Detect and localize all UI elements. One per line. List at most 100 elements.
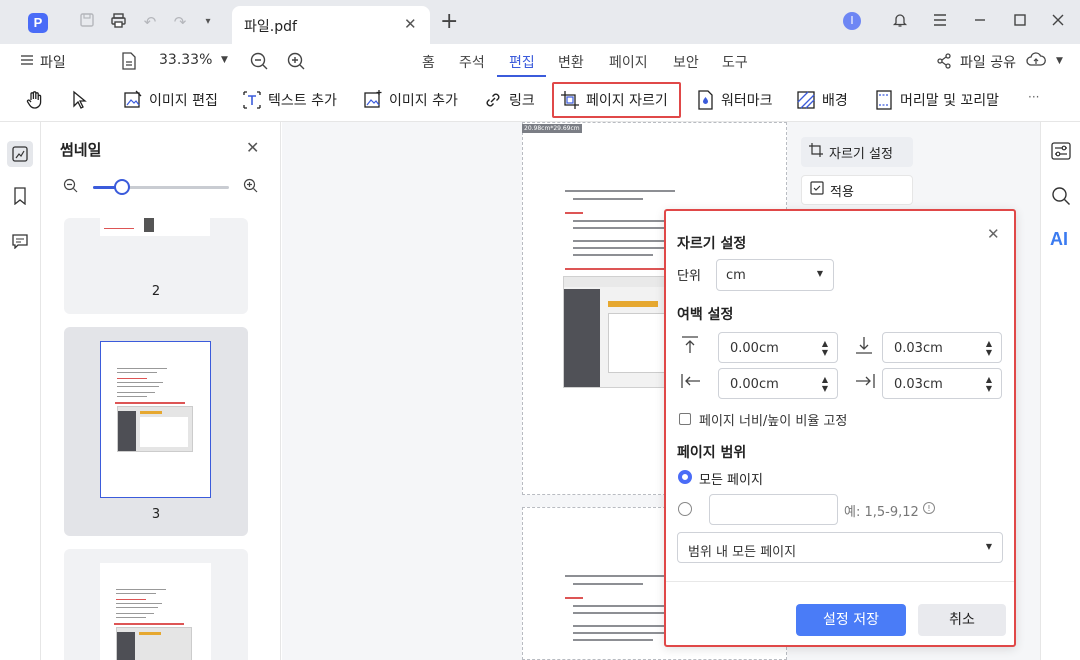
link-icon <box>483 90 503 110</box>
cursor-arrow-icon <box>69 90 89 110</box>
cancel-button[interactable]: 취소 <box>918 604 1006 636</box>
file-menu-icon[interactable] <box>20 53 34 71</box>
document-tab[interactable]: 파일.pdf ✕ <box>232 6 430 44</box>
thumbnail-panel-icon[interactable] <box>7 141 33 167</box>
edit-image-button[interactable]: 이미지 편집 <box>117 85 224 115</box>
lock-ratio-checkbox[interactable] <box>679 413 691 425</box>
unit-select[interactable]: cm ▼ <box>716 259 834 291</box>
search-icon[interactable] <box>1051 186 1071 210</box>
thumbnail-page-number: 3 <box>151 507 161 522</box>
title-bar: P ↶ ↷ ▾ 파일.pdf ✕ + I <box>0 0 1080 44</box>
all-pages-label: 모든 페이지 <box>699 473 763 488</box>
spinner-arrows-icon[interactable]: ▲ ▼ <box>985 339 993 357</box>
page-subset-select[interactable]: 범위 내 모든 페이지 ▼ <box>677 532 1003 563</box>
margin-right-icon <box>854 372 876 394</box>
comment-icon[interactable] <box>8 229 32 253</box>
redo-icon[interactable]: ↷ <box>170 12 190 32</box>
margin-bottom-input[interactable]: 0.03cm ▲ ▼ <box>882 332 1002 363</box>
margin-top-value: 0.00cm <box>730 341 779 356</box>
watermark-label: 워터마크 <box>721 93 773 109</box>
save-icon[interactable] <box>77 12 97 32</box>
margin-settings-title: 여백 설정 <box>677 307 734 323</box>
undo-icon[interactable]: ↶ <box>140 12 160 32</box>
apply-crop-button[interactable]: 적용 <box>801 175 913 205</box>
tab-page[interactable]: 페이지 <box>609 52 648 72</box>
close-panel-icon[interactable]: ✕ <box>246 138 259 157</box>
crop-settings-button[interactable]: 자르기 설정 <box>801 137 913 167</box>
checkbox-check-icon <box>810 181 824 199</box>
thumbnail-panel-title: 썸네일 <box>60 141 102 159</box>
info-icon[interactable]: ! <box>923 502 935 514</box>
tab-security[interactable]: 보안 <box>673 52 699 72</box>
properties-panel-icon[interactable] <box>1051 142 1071 164</box>
crop-page-button[interactable]: 페이지 자르기 <box>552 82 681 118</box>
thumbnail-zoom-slider-handle[interactable] <box>114 179 130 195</box>
share-file-button[interactable]: 파일 공유 <box>960 52 1016 72</box>
zoom-out-icon[interactable] <box>250 52 268 74</box>
close-tab-icon[interactable]: ✕ <box>404 15 417 33</box>
bookmark-icon[interactable] <box>8 184 32 208</box>
tab-tools[interactable]: 도구 <box>722 52 748 72</box>
chevron-down-icon: ▼ <box>985 542 992 551</box>
zoom-dropdown-icon[interactable]: ▼ <box>221 55 228 65</box>
crop-page-label: 페이지 자르기 <box>586 93 668 109</box>
spinner-arrows-icon[interactable]: ▲ ▼ <box>821 339 829 357</box>
print-icon[interactable] <box>108 12 128 32</box>
background-button[interactable]: 배경 <box>790 85 854 115</box>
zoom-value[interactable]: 33.33% <box>159 52 212 68</box>
zoom-in-icon[interactable] <box>287 52 305 74</box>
header-footer-button[interactable]: 머리말 및 꼬리말 <box>868 85 1005 115</box>
thumbnail-zoom-out-icon[interactable] <box>63 178 78 197</box>
avatar[interactable]: I <box>843 12 861 30</box>
thumbnail-panel: 썸네일 ✕ 2 3 <box>41 122 281 660</box>
quick-access-dropdown-icon[interactable]: ▾ <box>198 12 218 32</box>
margin-left-input[interactable]: 0.00cm ▲ ▼ <box>718 368 838 399</box>
maximize-icon[interactable] <box>1010 12 1030 32</box>
minimize-icon[interactable] <box>970 12 990 32</box>
spinner-arrows-icon[interactable]: ▲ ▼ <box>821 375 829 393</box>
margin-top-input[interactable]: 0.00cm ▲ ▼ <box>718 332 838 363</box>
spinner-arrows-icon[interactable]: ▲ ▼ <box>985 375 993 393</box>
save-settings-button[interactable]: 설정 저장 <box>796 604 906 636</box>
edit-toolbar: 이미지 편집 텍스트 추가 이미지 추가 링크 페이지 자르기 워터마크 배경 … <box>0 78 1080 122</box>
page-view-icon[interactable] <box>121 52 137 74</box>
hand-tool-button[interactable] <box>19 85 51 115</box>
cloud-dropdown-icon[interactable]: ▼ <box>1056 56 1063 66</box>
new-tab-icon[interactable]: + <box>440 10 458 34</box>
tab-edit[interactable]: 편집 <box>509 52 535 72</box>
thumbnail-card-page-2[interactable]: 2 <box>64 218 248 314</box>
margin-top-icon <box>680 335 700 359</box>
dialog-close-icon[interactable]: ✕ <box>987 225 1000 243</box>
custom-range-radio[interactable] <box>678 502 692 516</box>
image-edit-icon <box>123 90 143 110</box>
background-icon <box>796 90 816 110</box>
hamburger-menu-icon[interactable] <box>930 12 950 32</box>
select-tool-button[interactable] <box>63 85 95 115</box>
close-window-icon[interactable] <box>1048 12 1068 32</box>
link-button[interactable]: 링크 <box>477 85 541 115</box>
file-menu[interactable]: 파일 <box>40 52 66 72</box>
add-image-button[interactable]: 이미지 추가 <box>357 85 464 115</box>
all-pages-radio[interactable] <box>678 470 692 484</box>
thumbnail-card-page-4[interactable] <box>64 549 248 660</box>
edit-image-label: 이미지 편집 <box>149 93 218 109</box>
tab-home[interactable]: 홈 <box>422 52 435 72</box>
crop-settings-dialog: 자르기 설정 ✕ 단위 cm ▼ 여백 설정 0.00cm ▲ ▼ 0.03cm … <box>664 209 1016 647</box>
right-sidebar-strip: AI <box>1040 122 1080 660</box>
watermark-button[interactable]: 워터마크 <box>689 85 779 115</box>
tab-convert[interactable]: 변환 <box>558 52 584 72</box>
ai-assistant-icon[interactable]: AI <box>1050 229 1068 250</box>
cloud-upload-icon[interactable] <box>1026 52 1046 72</box>
margin-left-value: 0.00cm <box>730 377 779 392</box>
bell-icon[interactable] <box>890 12 910 32</box>
share-icon[interactable] <box>936 53 952 73</box>
custom-range-input[interactable] <box>709 494 838 525</box>
thumbnail-zoom-in-icon[interactable] <box>243 178 258 197</box>
background-label: 배경 <box>822 93 848 109</box>
more-tools-icon[interactable]: ··· <box>1028 90 1039 104</box>
add-text-button[interactable]: 텍스트 추가 <box>236 85 343 115</box>
tab-annotate[interactable]: 주석 <box>459 52 485 72</box>
crop-settings-label: 자르기 설정 <box>829 146 893 162</box>
margin-right-input[interactable]: 0.03cm ▲ ▼ <box>882 368 1002 399</box>
thumbnail-card-page-3[interactable]: 3 <box>64 327 248 536</box>
